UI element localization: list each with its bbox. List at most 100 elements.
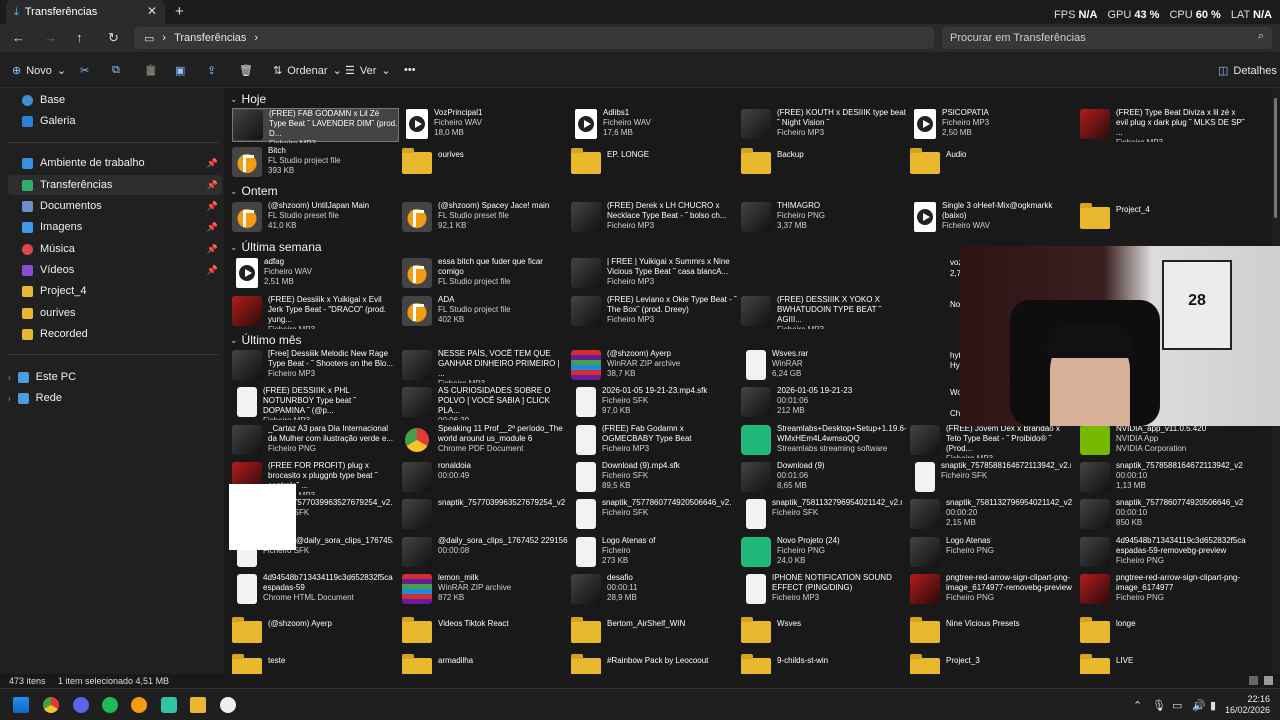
file-item[interactable]: IPHONE NOTIFICATION SOUND EFFECT (PING/D… bbox=[741, 573, 908, 607]
streamlabs-icon[interactable] bbox=[161, 697, 177, 713]
file-item[interactable]: (FREE) DESSIIIK x PHL NOTUNRBOY Type bea… bbox=[232, 386, 399, 420]
details-button[interactable]: ◫ Detalhes bbox=[1218, 64, 1277, 78]
file-explorer-icon[interactable] bbox=[190, 697, 206, 713]
sidebar-item-project4[interactable]: Project_4 bbox=[22, 281, 222, 301]
file-item[interactable]: #Rainbow Pack by Leocoout bbox=[571, 652, 738, 674]
group-header-yesterday[interactable]: ⌄ Ontem bbox=[230, 184, 278, 198]
sidebar-item-imagens[interactable]: Imagens 📌 bbox=[22, 217, 222, 237]
file-item[interactable]: ADA FL Studio project file 402 KB bbox=[402, 295, 569, 329]
windows-start-icon[interactable] bbox=[13, 697, 29, 713]
file-item[interactable]: (FREE) Dessiiik x Yuikigai x Evil Jerk T… bbox=[232, 295, 399, 329]
file-item[interactable]: snaptik_7577860774920506646_v2.mp4.sfkFi… bbox=[571, 498, 738, 532]
file-item[interactable]: snaptik_7577039963527679254_v2 bbox=[402, 498, 569, 532]
file-item[interactable]: PSICOPATIA Ficheiro MP3 2,50 MB bbox=[910, 108, 1077, 142]
file-item[interactable]: EP. LONGE bbox=[571, 146, 738, 180]
microphone-icon[interactable]: 🎙 bbox=[1152, 699, 1166, 712]
sidebar-item-rede[interactable]: › Rede bbox=[8, 388, 222, 408]
share-button[interactable]: ⇪ bbox=[207, 64, 216, 77]
sidebar-item-recorded[interactable]: Recorded bbox=[22, 324, 222, 344]
file-item[interactable]: Download (9).mp4.sfk Ficheiro SFK 89,5 KB bbox=[571, 461, 738, 495]
file-item[interactable]: armadilha bbox=[402, 652, 569, 674]
file-item[interactable]: pngtree-red-arrow-sign-clipart-png-image… bbox=[1080, 573, 1247, 607]
sidebar-item-galeria[interactable]: Galeria bbox=[22, 111, 222, 131]
view-button[interactable]: ☰ Ver ⌄ bbox=[345, 64, 391, 78]
delete-button[interactable]: 🗑 bbox=[239, 64, 253, 77]
file-item[interactable]: 2026-01-05 19-21-23.mp4.sfk Ficheiro SFK 9… bbox=[571, 386, 738, 420]
file-item[interactable]: Wsves.rar WinRAR 6,24 GB bbox=[741, 349, 908, 383]
scrollbar-thumb[interactable] bbox=[1274, 98, 1277, 218]
sidebar-item-ourives[interactable]: ourives bbox=[22, 303, 222, 323]
search-input[interactable]: Procurar em Transferências ⌕ bbox=[942, 27, 1272, 49]
file-item[interactable]: Project_3 bbox=[910, 652, 1077, 674]
clock[interactable]: 22:16 16/02/2026 bbox=[1225, 694, 1270, 716]
expand-icon[interactable]: › bbox=[8, 373, 11, 382]
file-item[interactable]: THIMAGRO Ficheiro PNG 3,37 MB bbox=[741, 201, 908, 235]
file-item[interactable]: [Free] Dessiiik Melodic New Rage Type Be… bbox=[232, 349, 399, 383]
new-button[interactable]: ⊕ Novo ⌄ bbox=[12, 64, 66, 78]
file-item[interactable]: Download (9) 00:01:06 8,65 MB bbox=[741, 461, 908, 495]
file-item[interactable]: Bitch FL Studio project file 393 KB bbox=[232, 146, 399, 180]
cut-button[interactable]: ✂ bbox=[80, 64, 89, 77]
forward-icon[interactable]: → bbox=[44, 30, 57, 45]
back-icon[interactable]: ← bbox=[12, 30, 25, 45]
battery-icon[interactable]: ▮ bbox=[1210, 699, 1216, 712]
file-item[interactable]: (FREE) FAB GODAMN x Lil Zé Type Beat ˜ L… bbox=[232, 108, 399, 143]
file-item[interactable]: Logo Atenas of Ficheiro 273 KB bbox=[571, 536, 738, 570]
paste-button[interactable]: 📋 bbox=[144, 64, 158, 77]
file-item[interactable]: Adlibs1 Ficheiro WAV 17,6 MB bbox=[571, 108, 738, 142]
file-item[interactable]: Project_4 bbox=[1080, 201, 1247, 235]
sidebar-item-documentos[interactable]: Documentos 📌 bbox=[22, 196, 222, 216]
file-item[interactable]: 9-childs-st-win bbox=[741, 652, 908, 674]
file-item[interactable]: (FREE) Type Beat Diviza x lil zé x evil … bbox=[1080, 108, 1247, 142]
volume-icon[interactable]: 🔊 bbox=[1192, 699, 1206, 712]
group-header-today[interactable]: ⌄ Hoje bbox=[230, 92, 266, 106]
sidebar-item-musica[interactable]: Música 📌 bbox=[22, 239, 222, 259]
rename-button[interactable]: ▣ bbox=[175, 64, 185, 77]
file-item[interactable]: snaptik_7578588164672113942_v2.mp4.sfkFi… bbox=[910, 461, 1077, 495]
discord-icon[interactable] bbox=[73, 697, 89, 713]
sidebar-item-base[interactable]: Base bbox=[22, 90, 222, 110]
expand-icon[interactable]: › bbox=[8, 394, 11, 403]
file-item[interactable]: (FREE) Leviano x Okie Type Beat - ˜ The … bbox=[571, 295, 738, 329]
file-item[interactable]: (@shzoom) Ayerp bbox=[232, 615, 399, 649]
network-icon[interactable]: ▭ bbox=[1172, 699, 1182, 712]
sidebar-item-este-pc[interactable]: › Este PC bbox=[8, 367, 222, 387]
media-player-icon[interactable] bbox=[220, 697, 236, 713]
file-item[interactable]: Bertom_AirShelf_WIN bbox=[571, 615, 738, 649]
file-item[interactable]: @daily_sora_clips_1767452 229156 00:00:08 bbox=[402, 536, 569, 570]
sort-button[interactable]: ⇅ Ordenar ⌄ bbox=[273, 64, 342, 78]
file-item[interactable]: _Cartaz A3 para Dia Internacional da Mul… bbox=[232, 424, 399, 458]
tiles-view-icon[interactable] bbox=[1264, 676, 1273, 685]
sidebar-item-transferencias[interactable]: Transferências 📌 bbox=[8, 175, 222, 195]
file-item[interactable]: Single 3 oHeef-Mix@ogkmarkk (baixo) Fiche… bbox=[910, 201, 1077, 235]
file-item[interactable]: (@shzoom) Ayerp WinRAR ZIP archive 38,7 KB bbox=[571, 349, 738, 383]
file-item[interactable]: NESSE PAÍS, VOCÊ TEM QUE GANHAR DINHEIRO… bbox=[402, 349, 569, 383]
file-item[interactable]: Logo Atenas Ficheiro PNG bbox=[910, 536, 1077, 570]
file-item[interactable]: 2026-01-05 19-21-23 00:01:06 212 MB bbox=[741, 386, 908, 420]
file-item[interactable]: VozPrincipal1 Ficheiro WAV 18,0 MB bbox=[402, 108, 569, 142]
file-item[interactable]: Videos Tiktok React bbox=[402, 615, 569, 649]
file-item[interactable]: ronaldoia 00:00:49 bbox=[402, 461, 569, 495]
file-item[interactable]: snaptik_7578588164672113942_v2 00:00:10 1,… bbox=[1080, 461, 1247, 495]
file-item[interactable]: Audio bbox=[910, 146, 1077, 180]
group-header-last-month[interactable]: ⌄ Último mês bbox=[230, 333, 302, 347]
fl-studio-icon[interactable] bbox=[131, 697, 147, 713]
more-button[interactable]: ••• bbox=[404, 64, 416, 76]
tab-transferencias[interactable]: ⤓ Transferências ✕ bbox=[6, 0, 165, 24]
file-item[interactable]: (FREE) Derek x LH CHUCRO x Necklace Type… bbox=[571, 201, 738, 235]
up-icon[interactable]: ↑ bbox=[76, 30, 83, 45]
file-item[interactable]: snaptik_7581132796954021142_v2.mp4.sfkFi… bbox=[741, 498, 908, 532]
file-item[interactable]: Novo Projeto (24) Ficheiro PNG 24,0 KB bbox=[741, 536, 908, 570]
spotify-icon[interactable] bbox=[102, 697, 118, 713]
file-item[interactable]: adfag Ficheiro WAV 2,51 MB bbox=[232, 257, 399, 291]
file-item[interactable]: AS CURIOSIDADES SOBRE O POLVO [ VOCÊ SAB… bbox=[402, 386, 569, 420]
file-item[interactable]: (FREE) Fab Godamn x OGMECBABY Type Beat F… bbox=[571, 424, 738, 458]
copy-button[interactable]: ⧉ bbox=[112, 64, 120, 77]
file-item[interactable]: desafio 00:00:11 28,9 MB bbox=[571, 573, 738, 607]
refresh-icon[interactable]: ↻ bbox=[108, 30, 119, 46]
chevron-up-icon[interactable]: ⌃ bbox=[1133, 699, 1142, 712]
breadcrumb-transferencias[interactable]: Transferências bbox=[174, 32, 246, 44]
file-item[interactable]: snaptik_7577860774920506646_v2 00:00:10 85… bbox=[1080, 498, 1247, 532]
file-item[interactable]: Nine Vicious Presets bbox=[910, 615, 1077, 649]
file-item[interactable]: Backup bbox=[741, 146, 908, 180]
